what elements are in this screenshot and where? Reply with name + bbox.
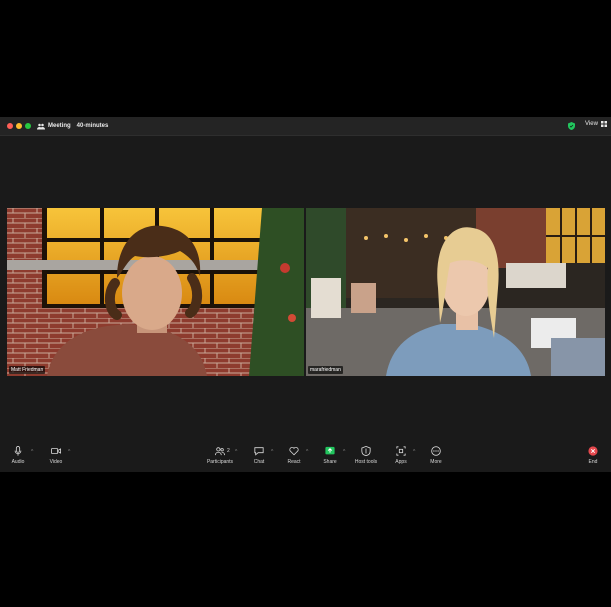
maximize-window-button[interactable]: [25, 123, 31, 129]
share-options-caret[interactable]: ^: [343, 449, 345, 455]
minimize-window-button[interactable]: [16, 123, 22, 129]
video-camera-icon: [51, 448, 61, 454]
react-label: React: [287, 459, 301, 465]
meeting-timer: 40-minutes: [76, 123, 109, 129]
more-button[interactable]: More: [421, 446, 451, 465]
encryption-shield-icon[interactable]: [568, 122, 575, 130]
view-button[interactable]: View: [585, 121, 607, 127]
people-icon: [37, 123, 45, 129]
close-window-button[interactable]: [7, 123, 13, 129]
meeting-info: Meeting 40-minutes: [37, 121, 108, 131]
host-tools-button[interactable]: Host tools: [351, 446, 381, 465]
view-label: View: [585, 121, 598, 127]
chat-bubble-icon: [254, 447, 264, 456]
apps-options-caret[interactable]: ^: [413, 449, 415, 455]
participants-icon: [215, 447, 225, 456]
chat-label: Chat: [253, 459, 265, 465]
participant-name-tag: marafriedman: [308, 366, 343, 374]
video-options-caret[interactable]: ^: [68, 449, 70, 455]
chat-options-caret[interactable]: ^: [271, 449, 273, 455]
chat-button[interactable]: Chat: [244, 446, 274, 465]
video-label: Video: [49, 459, 63, 465]
participants-options-caret[interactable]: ^: [235, 449, 237, 455]
end-label: End: [588, 459, 598, 465]
share-button[interactable]: Share: [315, 446, 345, 465]
share-label: Share: [323, 459, 337, 465]
audio-button[interactable]: Audio: [3, 446, 33, 465]
participant-name-tag: Matt Friedman: [9, 366, 46, 374]
audio-label: Audio: [11, 459, 25, 465]
participants-label: Participants: [206, 459, 234, 465]
audio-options-caret[interactable]: ^: [31, 449, 33, 455]
microphone-icon: [14, 446, 22, 456]
meeting-title: Meeting: [48, 123, 71, 129]
participants-button[interactable]: Participants: [205, 446, 235, 465]
react-button[interactable]: React: [279, 446, 309, 465]
video-feed-left: [7, 208, 304, 376]
react-options-caret[interactable]: ^: [306, 449, 308, 455]
zoom-window: Meeting 40-minutes View Matt Friedman ma…: [0, 117, 611, 472]
apps-button[interactable]: Apps: [386, 446, 416, 465]
more-ellipsis-icon: [431, 446, 441, 456]
participants-count: 2: [227, 448, 230, 454]
host-tools-label: Host tools: [354, 459, 378, 465]
video-feed-right: [306, 208, 605, 376]
apps-label: Apps: [395, 459, 407, 465]
title-bar: Meeting 40-minutes View: [0, 117, 611, 136]
share-screen-icon: [325, 446, 335, 455]
more-label: More: [430, 459, 442, 465]
video-button[interactable]: Video: [41, 446, 71, 465]
video-tile-right[interactable]: marafriedman: [306, 208, 605, 376]
end-meeting-button[interactable]: End: [578, 446, 608, 465]
heart-icon: [289, 446, 299, 456]
video-tile-left[interactable]: Matt Friedman: [7, 208, 304, 376]
host-shield-icon: [361, 446, 371, 456]
end-call-icon: [588, 446, 598, 456]
grid-icon: [600, 121, 607, 127]
apps-icon: [396, 446, 406, 456]
meeting-toolbar: Audio ^ Video ^ Participants 2 ^ Chat ^ …: [0, 444, 611, 472]
